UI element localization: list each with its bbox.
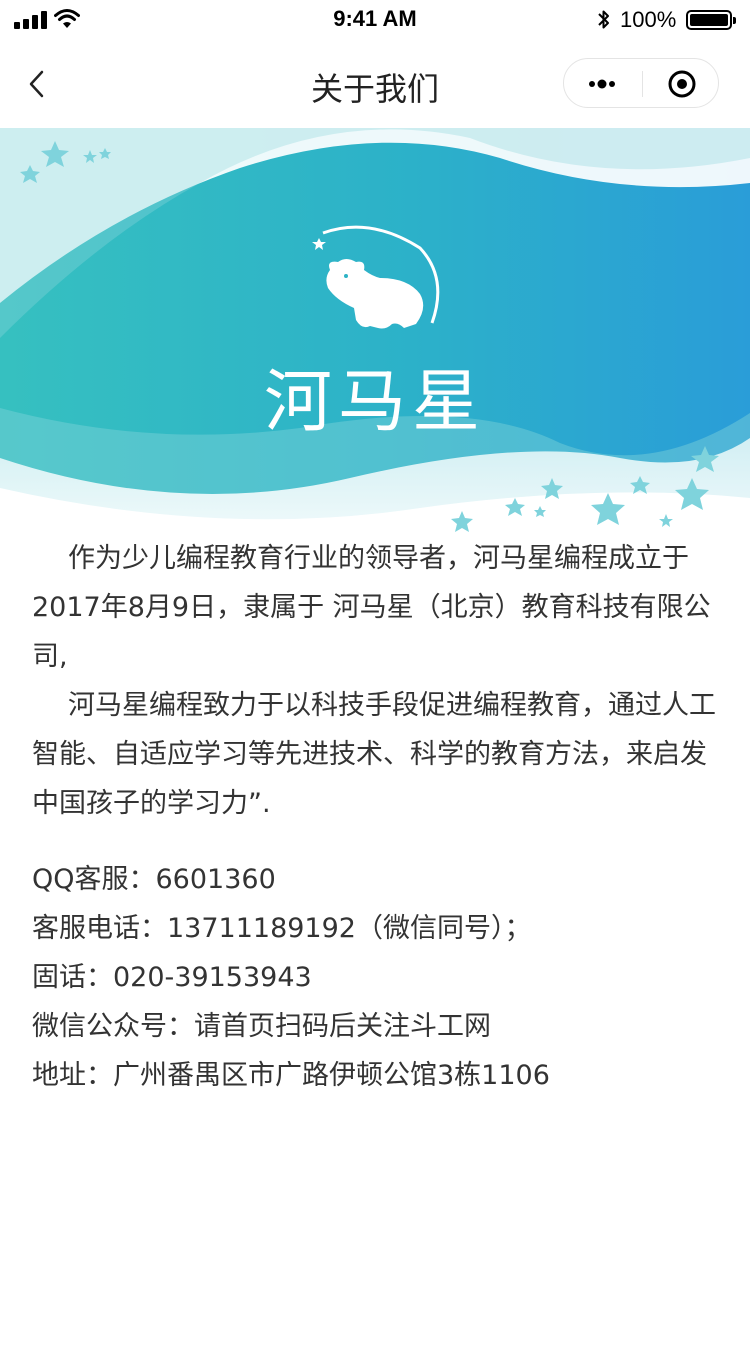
about-paragraph: 河马星编程致力于以科技手段促进编程教育，通过人工智能、自适应学习等先进技术、科学… — [32, 690, 716, 819]
mini-program-capsule — [563, 58, 719, 108]
brand-banner: 河马星 — [0, 128, 750, 553]
battery-icon — [686, 10, 736, 30]
status-bar: 9:41 AM 100% — [0, 0, 750, 40]
brand-name: 河马星 — [263, 363, 486, 442]
back-button[interactable] — [22, 64, 58, 104]
about-section: 作为少儿编程教育行业的领导者，河马星编程成立于2017年8月9日，隶属于 河马星… — [32, 534, 722, 828]
navigation-bar: 关于我们 — [0, 40, 750, 128]
banner-background — [0, 128, 750, 553]
more-button[interactable] — [570, 59, 634, 109]
battery-percentage: 100% — [620, 7, 677, 32]
target-close-icon — [668, 70, 696, 98]
qq-service: QQ客服：6601360 — [32, 864, 276, 895]
chevron-left-icon — [29, 70, 44, 98]
capsule-divider — [642, 71, 643, 97]
close-button[interactable] — [650, 59, 714, 109]
more-dots-icon — [589, 79, 615, 89]
contact-section: QQ客服：6601360 客服电话：13711189192（微信同号）； 固话：… — [32, 855, 722, 1100]
wechat-account: 微信公众号：请首页扫码后关注斗工网 — [32, 1011, 491, 1042]
about-paragraph: 作为少儿编程教育行业的领导者，河马星编程成立于2017年8月9日，隶属于 河马星… — [32, 543, 711, 672]
service-phone: 客服电话：13711189192（微信同号）； — [32, 913, 532, 944]
address: 地址：广州番禺区市广路伊顿公馆3栋1106 — [32, 1060, 550, 1091]
landline-phone: 固话：020-39153943 — [32, 962, 312, 993]
bluetooth-icon — [598, 10, 609, 29]
